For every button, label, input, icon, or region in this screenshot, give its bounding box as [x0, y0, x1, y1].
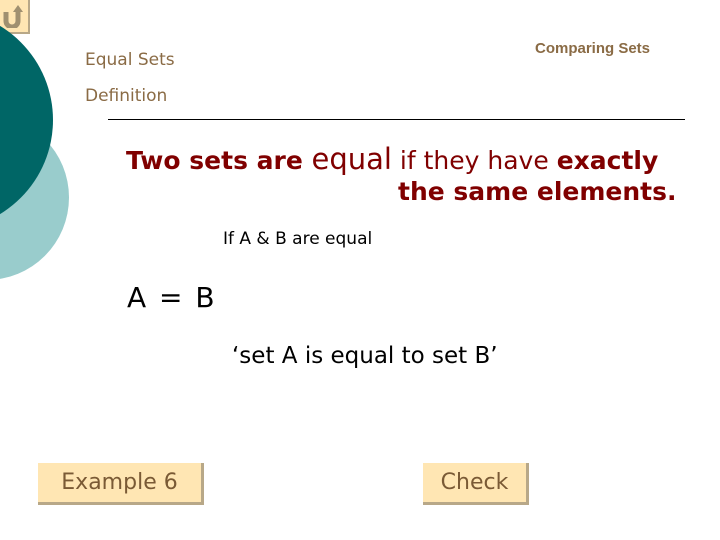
slide-subtitle: Definition [85, 86, 168, 106]
divider-line [108, 119, 685, 120]
set-notation: A = B [127, 281, 217, 314]
definition-text-exactly: exactly [556, 146, 659, 175]
notation-reading: ‘set A is equal to set B’ [232, 343, 498, 369]
section-label: Comparing Sets [535, 40, 651, 57]
definition-text-2: if they have [391, 146, 557, 175]
slide-title: Equal Sets [85, 50, 175, 70]
check-button[interactable]: Check [423, 463, 529, 505]
condition-text: If A & B are equal [223, 229, 373, 249]
definition-line-1: Two sets are equal if they have exactly [126, 142, 658, 176]
definition-line-2: the same elements. [398, 177, 677, 206]
definition-text-1: Two sets are [126, 146, 312, 175]
example-6-button[interactable]: Example 6 [38, 463, 204, 505]
definition-term-equal: equal [311, 142, 392, 176]
return-arrow-icon [3, 5, 23, 28]
